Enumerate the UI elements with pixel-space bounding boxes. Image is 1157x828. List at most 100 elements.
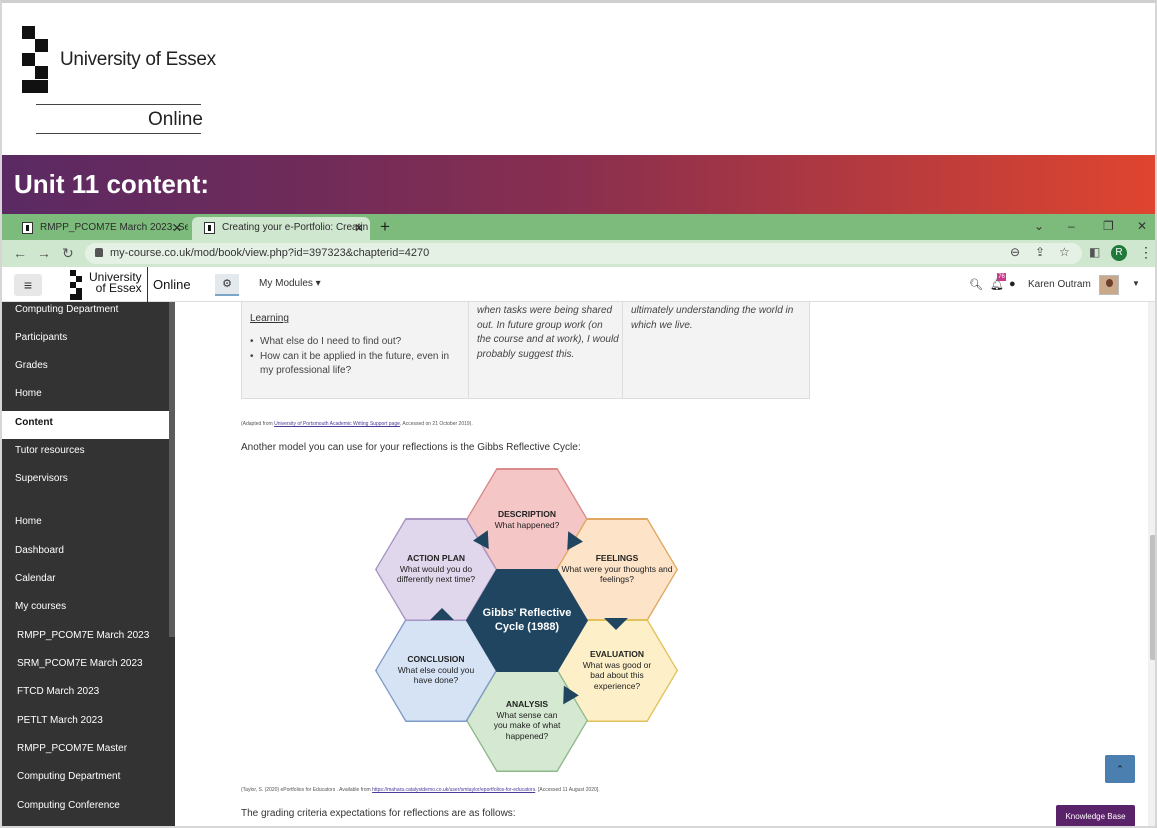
back-icon[interactable]: ←	[13, 245, 27, 261]
gibbs-cycle-diagram: DESCRIPTION What happened? FEELINGS What w…	[372, 468, 682, 773]
cycle-arrow-icon	[430, 608, 454, 620]
browser-toolbar: ← → ↻ my-course.co.uk/mod/book/view.php?…	[2, 240, 1155, 267]
sidebar-course-rmpp[interactable]: RMPP_PCOM7E March 2023	[2, 624, 169, 652]
sidebar-item-supervisors[interactable]: Supervisors	[2, 467, 169, 495]
browser-menu-icon[interactable]: ⋮	[1139, 244, 1153, 261]
sidebar-course-srm[interactable]: SRM_PCOM7E March 2023	[2, 652, 169, 680]
user-avatar[interactable]	[1099, 275, 1119, 295]
sidebar-item-calendar[interactable]: Calendar	[2, 567, 169, 595]
sidebar-item-grades[interactable]: Grades	[2, 354, 169, 382]
nav-divider	[147, 267, 148, 302]
notification-count-badge: 76	[997, 273, 1006, 281]
maximize-button[interactable]: ❐	[1103, 219, 1114, 233]
site-navbar: ≡ University of Essex Online ⚙ My Module…	[2, 267, 1155, 302]
nav-online-label: Online	[153, 277, 191, 292]
banner-title: Unit 11 content:	[14, 169, 210, 199]
hex-analysis-text: ANALYSIS What sense can you make of what …	[466, 699, 588, 741]
reload-icon[interactable]: ↻	[62, 245, 74, 262]
logo-online-label: Online	[148, 109, 203, 130]
sidebar-course-rmpp-master[interactable]: RMPP_PCOM7E Master	[2, 737, 169, 765]
table-cell-learning: Learning What else do I need to find out…	[242, 302, 469, 398]
search-icon[interactable]: 🔍︎	[969, 278, 983, 291]
forward-icon[interactable]: →	[37, 245, 51, 261]
hex-description-text: DESCRIPTION What happened?	[466, 509, 588, 530]
user-name[interactable]: Karen Outram	[1028, 279, 1091, 290]
messages-icon[interactable]: ●	[1009, 278, 1016, 290]
favicon-icon	[22, 222, 33, 234]
citation-portsmouth: (Adapted from University of Portsmouth A…	[241, 421, 473, 427]
gibbs-center-title: Gibbs' Reflective Cycle (1988)	[482, 607, 572, 633]
hex-caption: What else could you have done?	[397, 664, 475, 686]
sidebar-item-dashboard[interactable]: Dashboard	[2, 539, 169, 567]
page-scrollbar[interactable]	[1148, 302, 1155, 826]
hex-caption: What was good or bad about this experien…	[582, 659, 652, 691]
side-panel-icon[interactable]: ◧	[1089, 245, 1100, 259]
table-cell-outcome: ultimately understanding the world in wh…	[623, 302, 809, 398]
browser-tab-bar: RMPP_PCOM7E March 2023: Sem ✕ Creating y…	[2, 214, 1155, 240]
citation-suffix: , Accessed on 21 October 2019).	[399, 421, 473, 427]
settings-gear-button[interactable]: ⚙	[215, 274, 239, 296]
sidebar-item-content[interactable]: Content	[2, 411, 169, 439]
hex-title: CONCLUSION	[407, 654, 465, 664]
grading-paragraph: The grading criteria expectations for re…	[241, 808, 516, 819]
drawer-toggle-button[interactable]: ≡	[14, 274, 42, 296]
citation-prefix: (Adapted from	[241, 421, 273, 427]
title-banner: Unit 11 content:	[2, 155, 1155, 214]
bookmark-star-icon[interactable]: ☆	[1059, 245, 1070, 259]
hex-title: ACTION PLAN	[406, 553, 466, 563]
tab-title: RMPP_PCOM7E March 2023: Sem	[40, 222, 188, 233]
hex-conclusion-text: CONCLUSION What else could you have done?	[375, 654, 497, 686]
citation-prefix: (Taylor, S. (2020) ePortfolios for Educa…	[241, 787, 371, 793]
favicon-icon	[204, 222, 215, 234]
essex-logo-icon	[22, 26, 50, 93]
close-tab-icon[interactable]: ✕	[354, 221, 364, 235]
browser-tab-1[interactable]: RMPP_PCOM7E March 2023: Sem ✕	[10, 217, 188, 240]
sidebar-item-my-courses[interactable]: My courses	[2, 595, 169, 623]
portsmouth-link[interactable]: University of Portsmouth Academic Writin…	[274, 421, 400, 427]
screenshot-frame: University of Essex Online Unit 11 conte…	[0, 0, 1157, 828]
sidebar-item-participants[interactable]: Participants	[2, 326, 169, 354]
my-modules-menu[interactable]: My Modules ▾	[259, 278, 321, 289]
scrollbar-thumb[interactable]	[1150, 535, 1155, 660]
bullet-item: What else do I need to find out?	[250, 335, 460, 349]
sidebar-item-home[interactable]: Home	[2, 382, 169, 410]
logo-divider	[36, 104, 201, 105]
hex-feelings-text: FEELINGS What were your thoughts and feel…	[556, 553, 678, 585]
sidebar-item-site-home[interactable]: Home	[2, 510, 169, 538]
logo-divider-bottom	[36, 133, 201, 134]
citation-suffix: . [Accessed 11 August 2020].	[535, 787, 600, 793]
profile-avatar[interactable]: R	[1111, 245, 1127, 261]
address-bar[interactable]: my-course.co.uk/mod/book/view.php?id=397…	[85, 243, 1082, 264]
citation-taylor: (Taylor, S. (2020) ePortfolios for Educa…	[241, 787, 600, 793]
sidebar-item-tutor-resources[interactable]: Tutor resources	[2, 439, 169, 467]
minimize-button[interactable]: –	[1068, 219, 1075, 233]
outcome-text: ultimately understanding the world in wh…	[631, 305, 794, 331]
sidebar-course-computing-department[interactable]: Computing Department	[2, 765, 169, 793]
user-menu-caret-icon[interactable]: ▼	[1132, 279, 1140, 288]
nav-brand[interactable]: University of Essex	[89, 271, 142, 294]
browser-tab-2[interactable]: Creating your e-Portfolio: Creatin ✕	[192, 217, 370, 240]
new-tab-button[interactable]: +	[380, 217, 390, 237]
table-cell-example: when tasks were being shared out. In fut…	[469, 302, 623, 398]
url-text[interactable]: my-course.co.uk/mod/book/view.php?id=397…	[110, 247, 429, 259]
back-to-top-button[interactable]: ⌃	[1105, 755, 1135, 783]
share-icon[interactable]: ⇪	[1035, 245, 1045, 259]
lock-icon	[95, 248, 103, 257]
mahara-link[interactable]: https://mahara.catalystdemo.co.uk/user/s…	[372, 787, 535, 793]
close-tab-icon[interactable]: ✕	[172, 221, 182, 235]
hex-caption: What would you do differently next time?	[396, 563, 476, 585]
tab-search-icon[interactable]: ⌄	[1034, 219, 1044, 233]
zoom-icon[interactable]: ⊖	[1010, 245, 1020, 259]
slide-header: University of Essex Online	[2, 3, 1155, 155]
hex-caption: What sense can you make of what happened…	[493, 709, 561, 741]
close-window-button[interactable]: ✕	[1137, 219, 1147, 233]
essex-nav-logo-icon[interactable]	[70, 269, 86, 301]
sidebar-course-ftcd[interactable]: FTCD March 2023	[2, 680, 169, 708]
hex-caption: What were your thoughts and feelings?	[561, 563, 673, 585]
hex-caption: What happened?	[494, 519, 560, 530]
hex-action-plan-text: ACTION PLAN What would you do differently…	[375, 553, 497, 585]
sidebar-course-computing-conference[interactable]: Computing Conference	[2, 794, 169, 822]
knowledge-base-button[interactable]: Knowledge Base	[1056, 805, 1135, 826]
sidebar-course-petlt[interactable]: PETLT March 2023	[2, 709, 169, 737]
sidebar-item-computing-department[interactable]: Computing Department	[2, 298, 169, 326]
